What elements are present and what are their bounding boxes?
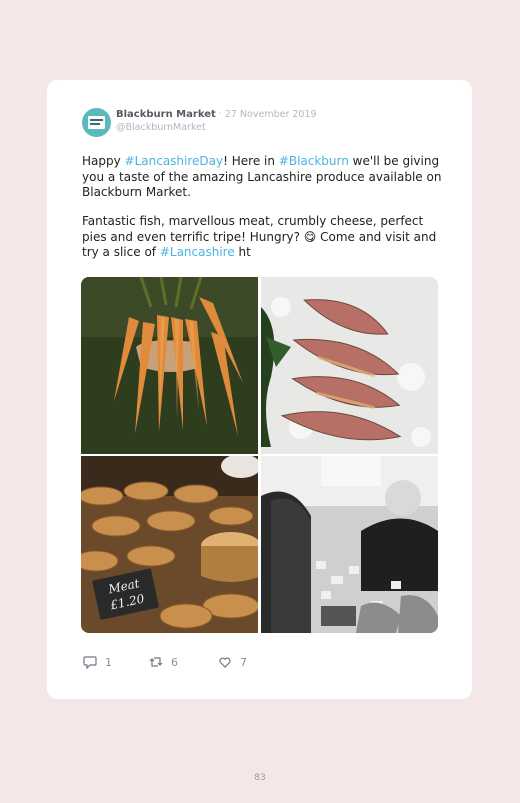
page-number: 83	[254, 773, 266, 783]
like-button[interactable]: 7	[218, 655, 247, 669]
reply-button[interactable]: 1	[83, 655, 112, 669]
pies-image: Meat £1.20	[81, 456, 258, 633]
market-logo	[88, 116, 105, 129]
text-span: ! Here in	[223, 154, 279, 168]
like-count: 7	[240, 655, 247, 669]
photo-carrots[interactable]	[81, 277, 258, 454]
like-icon	[219, 657, 231, 668]
account-name[interactable]: Blackburn Market	[116, 109, 216, 120]
retweet-icon	[149, 657, 163, 667]
tweet-header: Blackburn Market · 27 November 2019	[116, 108, 317, 121]
text-span: Happy	[82, 154, 125, 168]
reply-icon	[83, 656, 97, 669]
hashtag-blackburn[interactable]: #Blackburn	[279, 154, 349, 168]
text-span: Fantastic fish, marvellous meat, crumbly…	[82, 214, 437, 259]
photo-market-stall[interactable]	[261, 456, 438, 633]
tweet-date[interactable]: 27 November 2019	[225, 109, 317, 120]
account-handle[interactable]: @BlackburnMarket	[116, 122, 206, 133]
hashtag-lancashireday[interactable]: #LancashireDay	[125, 154, 224, 168]
retweet-button[interactable]: 6	[149, 655, 178, 669]
tweet-paragraph-2: Fantastic fish, marvellous meat, crumbly…	[82, 214, 442, 261]
retweet-count: 6	[171, 655, 178, 669]
date-separator: ·	[215, 109, 225, 120]
reply-count: 1	[105, 655, 112, 669]
photo-grid: Meat £1.20	[81, 277, 438, 633]
stall-image	[261, 456, 438, 633]
carrots-image	[81, 277, 258, 454]
fish-image	[261, 277, 438, 454]
photo-pies[interactable]: Meat £1.20	[81, 456, 258, 633]
hashtag-lancashire[interactable]: #Lancashire	[160, 245, 235, 259]
tweet-paragraph-1: Happy #LancashireDay! Here in #Blackburn…	[82, 154, 442, 201]
text-span: ht	[234, 245, 251, 259]
avatar[interactable]	[82, 108, 111, 137]
photo-fish[interactable]	[261, 277, 438, 454]
tweet-card: Blackburn Market · 27 November 2019 @Bla…	[47, 80, 472, 699]
